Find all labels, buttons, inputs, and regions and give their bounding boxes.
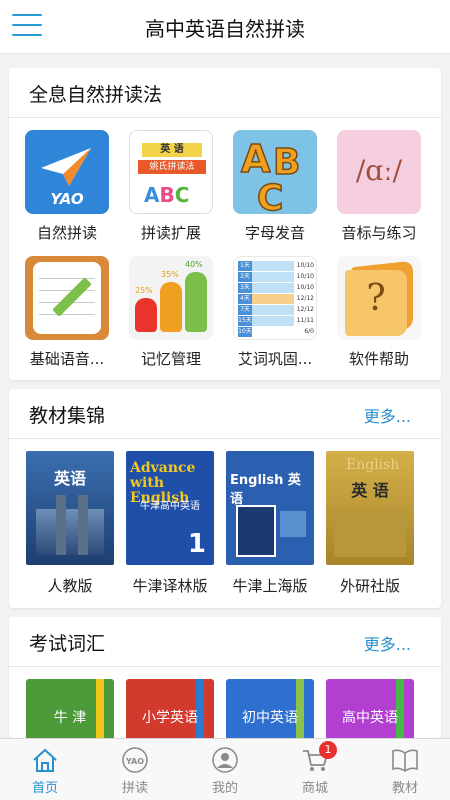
textbooks-card-header: 教材集锦 更多... xyxy=(9,389,441,439)
textbook-cover-text: 英 语 xyxy=(351,481,389,500)
tile-label: 自然拼读 xyxy=(36,224,97,242)
tile-label: 拼读扩展 xyxy=(140,224,201,242)
tile-letter-sounds[interactable]: A B C 字母发音 xyxy=(223,130,327,243)
yao-logo-icon: YAO xyxy=(121,747,149,773)
bar-chart-icon: 25% 35% 40% xyxy=(129,256,213,340)
phonics-card-header: 全息自然拼读法 xyxy=(9,68,441,118)
tile-phonetics-practice[interactable]: /ɑː/ 音标与练习 xyxy=(327,130,431,243)
textbook-label: 外研社版 xyxy=(339,577,400,595)
textbook-label: 人教版 xyxy=(47,577,93,595)
tile-label: 基础语音... xyxy=(29,350,105,368)
tile-software-help[interactable]: ? 软件帮助 xyxy=(327,256,431,369)
tile-basic-phonetics[interactable]: 基础语音... xyxy=(15,256,119,369)
help-book-icon: ? xyxy=(337,256,421,340)
textbook-cover-text: English 英语 xyxy=(230,473,301,507)
vocab-book-primary[interactable]: 小学英语 xyxy=(126,679,214,738)
svg-text:B: B xyxy=(273,142,300,183)
tab-textbooks[interactable]: 教材 xyxy=(360,739,450,800)
progress-list-icon: 1天 10/10 2天 10/10 3天 10/10 4天 12/12 7天 12/12 … xyxy=(233,256,317,340)
tab-phonics[interactable]: YAO 拼读 xyxy=(90,739,180,800)
textbook-fltrp[interactable]: English 英 语 xyxy=(326,451,414,565)
home-icon xyxy=(31,747,59,773)
vocab-book-label: 初中英语 xyxy=(242,710,298,726)
textbooks-card: 教材集锦 更多... 英语 人教版 Advance with English 牛… xyxy=(9,389,441,608)
book-cover-title-text: 姚氏拼读法 xyxy=(138,160,206,174)
yao-tab-text: YAO xyxy=(125,757,144,766)
user-icon xyxy=(211,747,239,773)
vocab-section-title: 考试词汇 xyxy=(29,633,106,655)
textbook-cover-text: 英语 xyxy=(53,469,86,488)
yao-logo-text: YAO xyxy=(50,190,84,208)
bottom-tab-bar: 首页 YAO 拼读 我的 1 商城 教材 xyxy=(0,738,450,800)
tile-label: 字母发音 xyxy=(244,224,305,242)
vocab-book-label: 牛 津 xyxy=(53,710,87,726)
phonics-section-title: 全息自然拼读法 xyxy=(29,84,163,106)
vocab-book-junior[interactable]: 初中英语 xyxy=(226,679,314,738)
textbook-cover-number: 1 xyxy=(187,529,206,559)
tile-natural-phonics[interactable]: YAO 自然拼读 xyxy=(15,130,119,243)
phonetic-icon: /ɑː/ xyxy=(337,130,421,214)
vocab-book-label: 高中英语 xyxy=(342,710,398,726)
textbook-oxford-yilin[interactable]: Advance with English 牛津高中英语 1 xyxy=(126,451,214,565)
vocab-card-header: 考试词汇 更多... xyxy=(9,617,441,667)
tile-label: 艾词巩固... xyxy=(237,350,313,368)
tab-label: 我的 xyxy=(211,781,238,796)
textbook-label: 牛津译林版 xyxy=(132,577,208,595)
book-cover-icon: 英 语 姚氏拼读法 ABC xyxy=(129,130,213,214)
tile-label: 音标与练习 xyxy=(341,224,417,242)
tab-home[interactable]: 首页 xyxy=(0,739,90,800)
textbooks-more-link[interactable]: 更多... xyxy=(364,403,411,427)
textbook-oxford-shanghai[interactable]: English 英语 xyxy=(226,451,314,565)
vocab-book-senior[interactable]: 高中英语 xyxy=(326,679,414,738)
phonetic-art-text: /ɑː/ xyxy=(355,154,403,187)
textbook-label: 牛津上海版 xyxy=(232,577,308,595)
open-book-icon xyxy=(391,747,419,773)
book-cover-top-text: 英 语 xyxy=(142,143,202,157)
notepad-pencil-icon xyxy=(25,256,109,340)
top-bar: 高中英语自然拼读 xyxy=(0,0,450,54)
phonics-card: 全息自然拼读法 YAO 自然拼读 英 语 姚氏拼读法 ABC 拼读扩展 A B … xyxy=(9,68,441,380)
tile-label: 软件帮助 xyxy=(348,350,409,368)
cart-icon: 1 xyxy=(301,741,337,773)
tab-label: 商城 xyxy=(301,781,328,796)
tab-label: 首页 xyxy=(31,781,58,796)
tile-memory-management[interactable]: 25% 35% 40% 记忆管理 xyxy=(119,256,223,369)
tab-mine[interactable]: 我的 xyxy=(180,739,270,800)
tab-label: 教材 xyxy=(391,781,418,796)
tile-phonics-extension[interactable]: 英 语 姚氏拼读法 ABC 拼读扩展 xyxy=(119,130,223,243)
help-question-mark: ? xyxy=(366,278,386,319)
page-title: 高中英语自然拼读 xyxy=(145,17,305,41)
textbook-cover-subtitle: 牛津高中英语 xyxy=(140,501,200,512)
textbook-pep[interactable]: 英语 xyxy=(26,451,114,565)
textbooks-section-title: 教材集锦 xyxy=(29,405,106,427)
vocab-card: 考试词汇 更多... 牛 津 小学英语 初中英语 高中英语 xyxy=(9,617,441,738)
vocab-book-label: 小学英语 xyxy=(142,710,198,726)
cart-badge: 1 xyxy=(319,741,337,759)
svg-text:C: C xyxy=(257,178,283,214)
svg-text:A: A xyxy=(241,137,271,181)
vocab-book-oxford[interactable]: 牛 津 xyxy=(26,679,114,738)
vocab-more-link[interactable]: 更多... xyxy=(364,631,411,655)
tile-label: 记忆管理 xyxy=(140,350,201,368)
abc-letters-icon: A B C xyxy=(233,130,317,214)
tab-shop[interactable]: 1 商城 xyxy=(270,739,360,800)
tab-label: 拼读 xyxy=(121,781,148,796)
tile-word-review[interactable]: 1天 10/10 2天 10/10 3天 10/10 4天 12/12 7天 12/12 … xyxy=(223,256,327,369)
yao-plane-icon: YAO xyxy=(25,130,109,214)
textbook-cover-en: English xyxy=(346,457,400,473)
